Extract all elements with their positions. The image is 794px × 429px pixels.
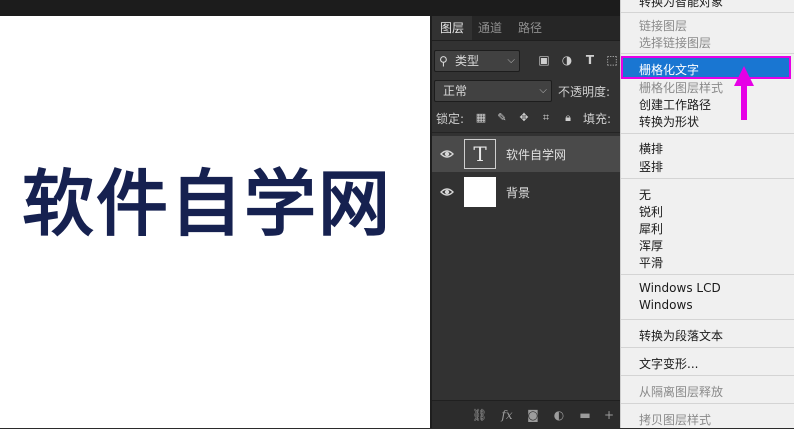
- fx-icon[interactable]: fx: [500, 408, 514, 422]
- context-menu: 转换为智能对象 链接图层 选择链接图层 栅格化文字 栅格化图层样式 创建工作路径…: [620, 0, 794, 428]
- menu-separator: [621, 319, 794, 320]
- menu-item-aa-none[interactable]: 无: [639, 186, 651, 203]
- lock-label: 锁定:: [436, 112, 465, 126]
- pixel-filter-icon[interactable]: ▣: [536, 52, 552, 68]
- layer-row[interactable]: T 软件自学网: [432, 136, 620, 172]
- menu-item-aa-windows-lcd[interactable]: Windows LCD: [639, 281, 721, 295]
- tab-channels[interactable]: 通道: [478, 16, 502, 40]
- blend-mode-value: 正常: [443, 84, 468, 98]
- tab-layers[interactable]: 图层: [432, 16, 473, 40]
- menu-separator: [621, 12, 794, 13]
- layer-row[interactable]: 背景: [432, 174, 620, 210]
- filter-kind-select[interactable]: ⚲ 类型 ⌵: [434, 50, 520, 72]
- menu-item-select-linked[interactable]: 选择链接图层: [639, 34, 711, 51]
- adjustment-layer-icon[interactable]: ◐: [552, 408, 566, 422]
- chevron-down-icon: ⌵: [507, 55, 515, 66]
- menu-item-rasterize-layer-style[interactable]: 栅格化图层样式: [639, 79, 723, 96]
- shape-filter-icon[interactable]: ⬚: [604, 52, 620, 68]
- menu-item-aa-sharp[interactable]: 锐利: [639, 203, 663, 220]
- lock-all-icon[interactable]: 🔒︎: [561, 111, 575, 125]
- menu-item-label: 栅格化文字: [639, 63, 700, 77]
- menu-item-copy-layer-style[interactable]: 拷贝图层样式: [639, 411, 711, 428]
- adjustment-filter-icon[interactable]: ◑: [559, 52, 575, 68]
- annotation-arrow-icon: [734, 66, 754, 120]
- menu-separator: [621, 347, 794, 348]
- opacity-label: 不透明度:: [558, 85, 611, 99]
- menu-item-vertical[interactable]: 竖排: [639, 158, 663, 175]
- canvas-text: 软件自学网: [22, 162, 393, 246]
- chevron-down-icon: ⌵: [539, 85, 547, 96]
- filter-kind-value: 类型: [455, 54, 480, 68]
- menu-item-convert-to-shape[interactable]: 转换为形状: [639, 113, 699, 130]
- menu-item-link-layers[interactable]: 链接图层: [639, 17, 687, 34]
- menu-item-aa-smooth[interactable]: 平滑: [639, 254, 663, 271]
- lock-pixels-icon[interactable]: ✎: [495, 111, 509, 125]
- lock-transparency-icon[interactable]: ▦: [474, 111, 488, 125]
- folder-icon[interactable]: ▬: [578, 408, 592, 422]
- menu-item-convert-smart-object[interactable]: 转换为智能对象: [639, 0, 723, 10]
- tab-paths[interactable]: 路径: [518, 16, 542, 40]
- menu-separator: [621, 375, 794, 376]
- link-icon[interactable]: ⛓: [472, 408, 487, 422]
- layer-name[interactable]: 软件自学网: [506, 146, 566, 163]
- menu-item-convert-paragraph[interactable]: 转换为段落文本: [639, 327, 723, 344]
- menu-separator: [621, 53, 794, 54]
- menu-separator: [621, 178, 794, 179]
- layers-panel: 图层 通道 路径 ⚲ 类型 ⌵ ▣ ◑ T ⬚ 正常 ⌵ 不透明度: 锁定: ▦…: [432, 16, 620, 429]
- menu-item-aa-strong[interactable]: 浑厚: [639, 237, 663, 254]
- lock-position-icon[interactable]: ✥: [517, 111, 531, 125]
- new-layer-icon[interactable]: +: [602, 408, 616, 422]
- eye-icon[interactable]: [440, 147, 454, 161]
- fill-label: 填充:: [583, 112, 612, 126]
- lock-artboard-icon[interactable]: ⌗: [539, 111, 553, 125]
- menu-item-release-isolation[interactable]: 从隔离图层释放: [639, 383, 723, 400]
- eye-icon[interactable]: [440, 185, 454, 199]
- divider: [432, 132, 620, 133]
- menu-separator: [621, 133, 794, 134]
- layers-bottom-bar: ⛓ fx ◙ ◐ ▬ +: [432, 400, 620, 429]
- menu-separator: [621, 403, 794, 404]
- type-filter-icon[interactable]: T: [582, 52, 598, 68]
- menu-item-create-work-path[interactable]: 创建工作路径: [639, 96, 711, 113]
- menu-item-horizontal[interactable]: 横排: [639, 140, 663, 157]
- menu-item-warp-text[interactable]: 文字变形...: [639, 355, 698, 372]
- search-icon: ⚲: [439, 54, 448, 68]
- text-layer-thumbnail: T: [464, 139, 496, 169]
- menu-separator: [621, 274, 794, 275]
- menu-item-aa-windows[interactable]: Windows: [639, 298, 693, 312]
- background-layer-thumbnail: [464, 177, 496, 207]
- menu-item-rasterize-type[interactable]: 栅格化文字: [621, 56, 791, 79]
- menu-item-aa-crisp[interactable]: 犀利: [639, 220, 663, 237]
- mask-icon[interactable]: ◙: [526, 408, 540, 422]
- panel-tabs: 图层 通道 路径: [432, 16, 620, 41]
- layer-name[interactable]: 背景: [506, 184, 530, 201]
- blend-mode-select[interactable]: 正常 ⌵: [434, 80, 552, 102]
